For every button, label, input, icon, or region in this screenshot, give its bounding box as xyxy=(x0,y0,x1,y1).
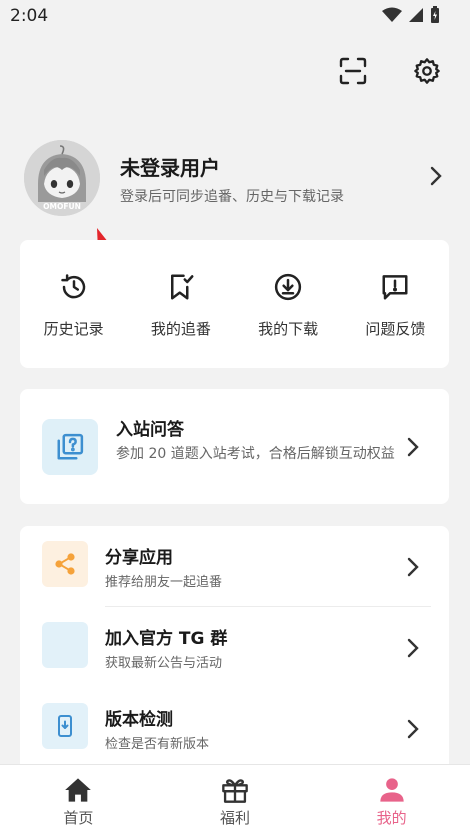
phone-update-icon xyxy=(58,715,72,737)
settings-list-card: 分享应用 推荐给朋友一起追番 加入官方 TG 群 获取最新公告与活动 版本检测 … xyxy=(20,526,449,764)
chevron-right-icon xyxy=(407,719,419,739)
feedback-icon xyxy=(382,275,408,300)
chevron-right-icon xyxy=(407,557,419,577)
quick-action-feedback[interactable]: 问题反馈 xyxy=(342,240,449,368)
list-item-title: 版本检测 xyxy=(105,710,173,730)
gift-icon xyxy=(222,779,248,803)
quiz-icon-badge xyxy=(42,419,98,475)
history-icon xyxy=(60,274,85,299)
chevron-right-icon xyxy=(407,638,419,658)
quick-actions-card: 历史记录 我的追番 我的下载 问题反馈 xyxy=(20,240,449,368)
quick-action-following[interactable]: 我的追番 xyxy=(127,240,234,368)
share-icon-badge xyxy=(42,541,88,587)
quick-action-label: 我的下载 xyxy=(258,320,319,338)
entry-title: 入站问答 xyxy=(116,420,184,440)
quick-action-downloads[interactable]: 我的下载 xyxy=(235,240,342,368)
quick-action-label: 历史记录 xyxy=(43,320,104,338)
chevron-right-icon xyxy=(407,437,419,457)
list-item-title: 加入官方 TG 群 xyxy=(105,629,228,649)
tab-home[interactable]: 首页 xyxy=(0,765,157,836)
version-icon-badge xyxy=(42,703,88,749)
entry-quiz-card[interactable]: 入站问答 参加 20 道题入站考试，合格后解锁互动权益 xyxy=(20,389,449,504)
quick-action-label: 问题反馈 xyxy=(365,320,426,338)
entry-description: 参加 20 道题入站考试，合格后解锁互动权益 xyxy=(116,446,395,462)
quick-action-label: 我的追番 xyxy=(150,320,211,338)
bottom-tab-bar: 首页 福利 我的 xyxy=(0,764,470,836)
tab-rewards[interactable]: 福利 xyxy=(157,765,314,836)
user-icon xyxy=(380,778,404,802)
tab-label: 首页 xyxy=(63,809,94,827)
home-icon xyxy=(65,778,92,802)
tab-me[interactable]: 我的 xyxy=(313,765,470,836)
list-item-title: 分享应用 xyxy=(105,548,173,568)
tab-label: 我的 xyxy=(376,809,407,827)
quick-action-history[interactable]: 历史记录 xyxy=(20,240,127,368)
list-item-subtitle: 获取最新公告与活动 xyxy=(105,656,223,671)
list-item-version-check[interactable]: 版本检测 检查是否有新版本 xyxy=(20,688,449,768)
list-item-subtitle: 推荐给朋友一起追番 xyxy=(105,575,223,590)
tab-label: 福利 xyxy=(220,809,251,827)
share-icon xyxy=(55,553,75,575)
list-item-telegram-group[interactable]: 加入官方 TG 群 获取最新公告与活动 xyxy=(20,607,449,687)
quiz-icon xyxy=(57,433,84,460)
bookmark-icon xyxy=(170,274,194,300)
telegram-icon xyxy=(42,622,88,668)
list-item-share-app[interactable]: 分享应用 推荐给朋友一起追番 xyxy=(20,526,449,606)
download-icon xyxy=(275,273,302,301)
list-item-subtitle: 检查是否有新版本 xyxy=(105,737,210,752)
